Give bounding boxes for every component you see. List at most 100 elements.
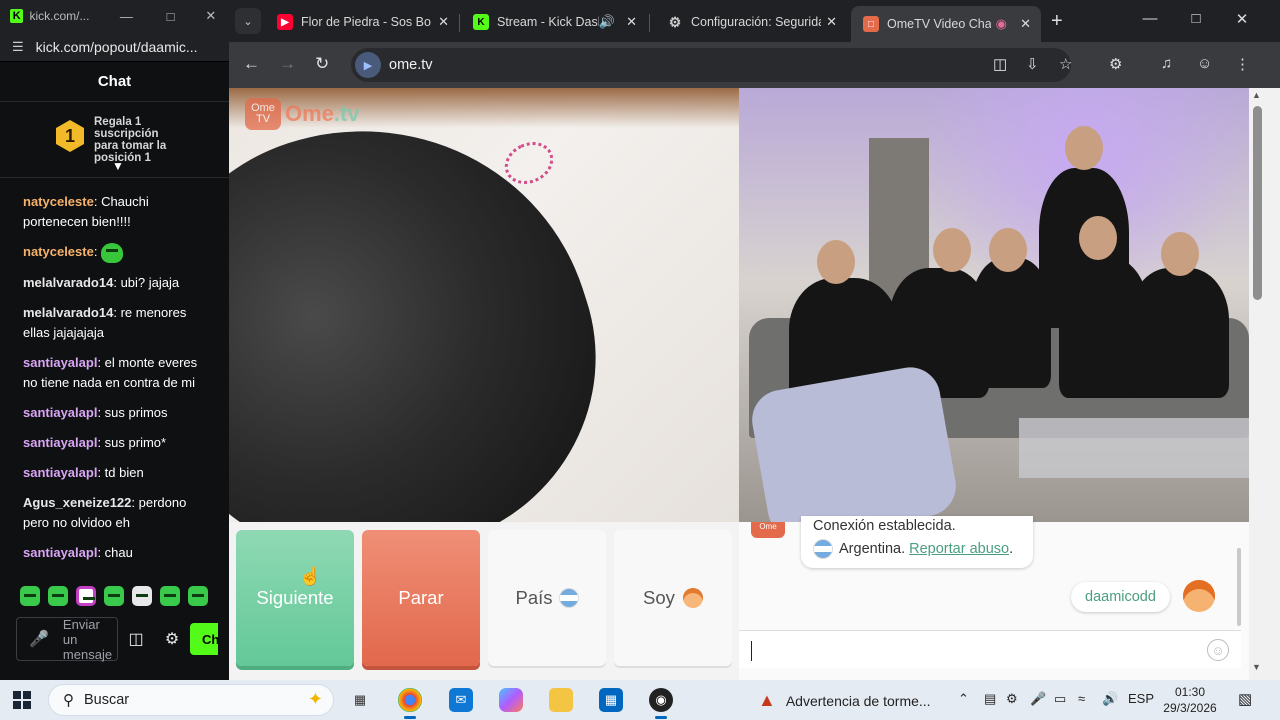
country-button[interactable]: País — [488, 530, 606, 666]
chevron-down-icon[interactable]: ▼ — [112, 159, 124, 173]
new-tab-icon[interactable]: + — [1051, 10, 1063, 33]
boy-icon — [682, 588, 703, 608]
chat-separator: : — [113, 304, 121, 320]
chat-text-input[interactable]: ☺ — [739, 630, 1241, 668]
tab-settings[interactable]: ⚙ Configuración: Seguridad ✕ — [655, 6, 847, 38]
kick-urlbar[interactable]: ☰ kick.com/popout/daamic... — [0, 32, 229, 62]
chevron-up-icon[interactable]: ⌃ — [958, 691, 969, 707]
close-tab-icon[interactable]: ✕ — [1020, 16, 1031, 32]
address-bar[interactable]: ▶ ome.tv — [351, 48, 1071, 82]
person-head — [229, 88, 645, 522]
weather-widget[interactable]: ▲ Advertencia de torme... — [758, 690, 931, 711]
extensions-icon[interactable]: ⚙ — [1109, 55, 1122, 73]
report-abuse-link[interactable]: Reportar abuso — [909, 541, 1009, 557]
maximize-icon[interactable]: □ — [148, 9, 192, 24]
chat-username[interactable]: melalvarado14 — [23, 305, 113, 320]
close-icon[interactable]: ✕ — [1219, 10, 1265, 28]
windows-start-icon[interactable] — [13, 691, 31, 709]
hand-cursor-icon: ☝ — [299, 566, 322, 586]
obs-icon[interactable]: ◉ — [649, 688, 673, 719]
chat-username[interactable]: santiayalapl — [23, 465, 97, 480]
maximize-icon[interactable]: □ — [1173, 10, 1219, 27]
emote-icon[interactable] — [48, 586, 68, 606]
tab-ometv[interactable]: □ OmeTV Video Chat ◉ ✕ — [851, 6, 1041, 42]
close-icon[interactable]: ✕ — [193, 8, 229, 24]
chat-message: santiayalapl: sus primos — [0, 403, 229, 423]
file-explorer-icon[interactable] — [549, 688, 573, 712]
speaker-icon[interactable]: 🔊 — [599, 14, 615, 30]
microphone-icon[interactable]: 🎤 — [1030, 691, 1046, 707]
recording-icon: ◉ — [995, 16, 1007, 31]
chat-text: sus primos — [104, 404, 168, 420]
tab-youtube[interactable]: ▶ Flor de Piedra - Sos Bot ✕ — [265, 6, 459, 38]
minimize-icon[interactable]: — — [104, 9, 148, 24]
taskbar-search[interactable]: ⚲ Buscar ✦ — [48, 684, 334, 716]
chat-scrollbar[interactable] — [1237, 548, 1241, 626]
battery-icon[interactable]: ▭ — [1054, 691, 1066, 707]
tab-kick-dashboard[interactable]: K Stream - Kick Dashb 🔊 ✕ — [461, 6, 647, 38]
chrome-icon[interactable] — [398, 688, 422, 719]
install-app-icon[interactable]: ⇩ — [1026, 55, 1039, 73]
close-tab-icon[interactable]: ✕ — [626, 14, 637, 30]
sub-gift-promo[interactable]: 1 Regala 1 suscripción para tomar la pos… — [0, 102, 229, 178]
tab-search-icon[interactable]: ⌄ — [235, 8, 261, 34]
ometv-logo-text: Ome.tv — [285, 101, 360, 127]
chat-username[interactable]: santiayalapl — [23, 435, 97, 450]
minimize-icon[interactable]: — — [1127, 10, 1173, 27]
microsoft-store-icon[interactable]: ▦ — [599, 688, 623, 712]
chat-username[interactable]: santiayalapl — [23, 405, 97, 420]
chat-message-input[interactable]: 🎤 Enviar un mensaje — [16, 617, 118, 662]
chat-username[interactable]: natyceleste — [23, 194, 94, 209]
camera-site-icon[interactable]: ▶ — [355, 52, 381, 78]
copilot-icon[interactable] — [499, 688, 523, 712]
scroll-up-icon[interactable]: ▲ — [1252, 90, 1261, 100]
emote-icon[interactable] — [160, 586, 180, 606]
emote-icon[interactable] — [76, 586, 96, 606]
close-tab-icon[interactable]: ✕ — [438, 14, 449, 30]
tray-app-icon[interactable]: ▤ — [984, 691, 996, 707]
chat-message: santiayalapl: chau — [0, 543, 229, 563]
translate-icon[interactable]: ◫ — [993, 55, 1007, 73]
tab-title: OmeTV Video Chat — [887, 17, 991, 31]
mail-icon[interactable]: ✉ — [449, 688, 473, 712]
chat-username[interactable]: santiayalapl — [23, 545, 97, 560]
tray-app-icon[interactable]: ⚙ — [1006, 691, 1018, 707]
chat-separator: : — [93, 194, 102, 209]
text-caret — [751, 641, 752, 661]
task-view-icon[interactable]: ▦ — [348, 688, 372, 712]
wifi-icon[interactable]: ≈ — [1078, 691, 1085, 706]
chat-header: Chat — [0, 62, 229, 102]
clock[interactable]: 01:30 29/3/2026 — [1160, 684, 1220, 716]
profile-icon[interactable]: ☺ — [1197, 55, 1212, 72]
gender-button[interactable]: Soy — [614, 530, 732, 666]
scroll-thumb[interactable] — [1253, 106, 1262, 300]
emoji-icon[interactable]: ☺ — [1207, 639, 1229, 661]
scroll-down-icon[interactable]: ▼ — [1252, 662, 1261, 672]
microphone-icon[interactable]: 🎤 — [29, 631, 49, 647]
chat-username[interactable]: Agus_xeneize122 — [23, 495, 131, 510]
back-icon[interactable]: ← — [243, 54, 260, 74]
close-tab-icon[interactable]: ✕ — [826, 14, 837, 30]
stop-button[interactable]: Parar — [362, 530, 480, 666]
next-button[interactable]: Siguiente — [236, 530, 354, 666]
menu-icon[interactable]: ⋮ — [1235, 55, 1250, 73]
bookmark-star-icon[interactable]: ☆ — [1059, 55, 1072, 73]
emote-icon[interactable] — [188, 586, 208, 606]
send-chat-button[interactable]: Ch — [190, 623, 219, 655]
volume-icon[interactable]: 🔊 — [1102, 691, 1118, 707]
gear-icon[interactable]: ⚙ — [154, 629, 190, 649]
chat-username[interactable]: natyceleste — [23, 244, 94, 259]
chat-username[interactable]: melalvarado14 — [23, 275, 113, 290]
page-scrollbar[interactable]: ▲ ▼ — [1250, 88, 1280, 680]
emote-icon[interactable] — [104, 586, 124, 606]
emote-icon[interactable] — [20, 586, 40, 606]
emote-icon[interactable] — [132, 586, 152, 606]
site-settings-icon[interactable]: ☰ — [12, 39, 24, 55]
reload-icon[interactable]: ↻ — [315, 54, 329, 74]
notifications-icon[interactable]: ▧ — [1238, 690, 1252, 708]
store-icon[interactable]: ◫ — [118, 629, 154, 649]
language-indicator[interactable]: ESP — [1128, 691, 1154, 706]
chat-username[interactable]: santiayalapl — [23, 355, 97, 370]
forward-icon[interactable]: → — [279, 54, 296, 74]
media-control-icon[interactable]: ♫ — [1161, 55, 1172, 72]
